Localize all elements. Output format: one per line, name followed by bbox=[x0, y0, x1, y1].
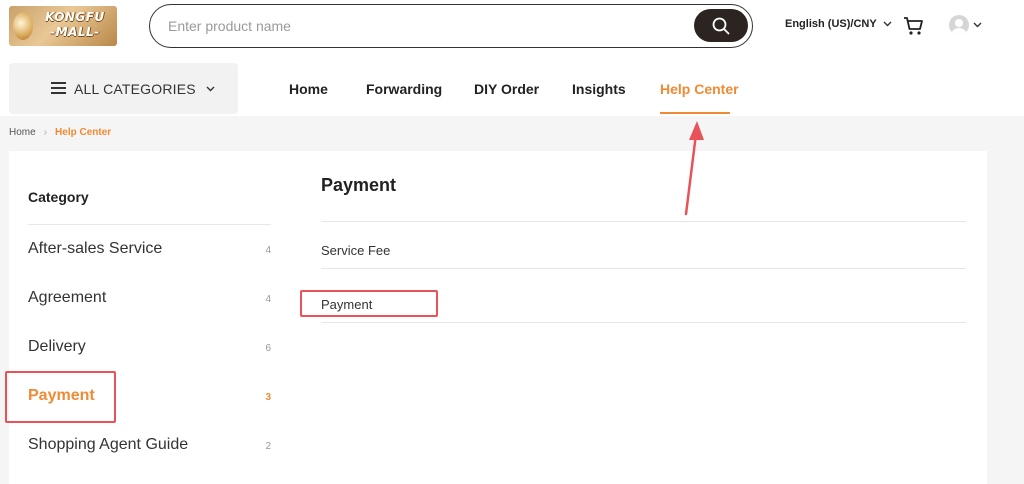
logo-text: KONGFU -MALL- bbox=[35, 10, 115, 40]
search-icon bbox=[712, 17, 730, 34]
nav-diy-order[interactable]: DIY Order bbox=[474, 81, 539, 97]
sidebar-item-agreement[interactable]: Agreement 4 bbox=[28, 284, 271, 314]
sidebar-item-count: 2 bbox=[265, 441, 271, 452]
nav-home[interactable]: Home bbox=[289, 81, 328, 97]
logo-text-line2: -MALL- bbox=[50, 25, 100, 39]
nav-forwarding[interactable]: Forwarding bbox=[366, 81, 442, 97]
help-center-panel: Category After-sales Service 4 Agreement… bbox=[9, 151, 987, 484]
sidebar-item-shopping-agent-guide[interactable]: Shopping Agent Guide 2 bbox=[28, 431, 271, 461]
nav-help-center[interactable]: Help Center bbox=[660, 81, 739, 97]
content-divider bbox=[321, 322, 966, 323]
breadcrumb: Home › Help Center bbox=[9, 127, 111, 138]
sidebar-divider bbox=[28, 224, 271, 225]
sidebar-item-label: Agreement bbox=[28, 289, 107, 306]
sidebar-item-label: After-sales Service bbox=[28, 240, 163, 257]
sidebar-item-delivery[interactable]: Delivery 6 bbox=[28, 333, 271, 363]
language-currency-selector[interactable]: English (US)/CNY bbox=[785, 18, 892, 30]
annotation-arrow-icon bbox=[684, 121, 704, 216]
sidebar-item-count: 4 bbox=[265, 245, 271, 256]
sidebar-item-count: 4 bbox=[265, 294, 271, 305]
all-categories-label: ALL CATEGORIES bbox=[74, 80, 196, 97]
breadcrumb-separator-icon: › bbox=[43, 127, 48, 138]
search-input[interactable] bbox=[168, 15, 668, 37]
content-divider bbox=[321, 221, 966, 222]
logo-emblem-icon bbox=[13, 12, 33, 40]
kongfu-mall-logo[interactable]: KONGFU -MALL- bbox=[9, 6, 117, 46]
breadcrumb-current: Help Center bbox=[55, 127, 112, 138]
article-link-service-fee[interactable]: Service Fee bbox=[321, 243, 390, 258]
content-title: Payment bbox=[321, 175, 397, 195]
sidebar-item-count: 6 bbox=[265, 343, 271, 354]
content-divider bbox=[321, 268, 966, 269]
annotation-highlight-box bbox=[5, 371, 116, 423]
breadcrumb-home[interactable]: Home bbox=[9, 127, 36, 138]
sidebar-title: Category bbox=[28, 189, 89, 205]
language-currency-label: English (US)/CNY bbox=[785, 18, 877, 30]
chevron-down-icon bbox=[206, 86, 215, 91]
nav-insights[interactable]: Insights bbox=[572, 81, 626, 97]
annotation-highlight-box bbox=[300, 290, 438, 317]
active-nav-underline bbox=[660, 112, 730, 114]
menu-icon bbox=[51, 82, 66, 94]
cart-button[interactable] bbox=[903, 15, 925, 37]
sidebar-item-label: Shopping Agent Guide bbox=[28, 436, 189, 453]
sidebar-item-count: 3 bbox=[265, 392, 271, 403]
chevron-down-icon bbox=[973, 22, 982, 28]
top-header: KONGFU -MALL- English (US)/CNY bbox=[0, 0, 1024, 116]
avatar-icon bbox=[949, 15, 969, 35]
cart-icon bbox=[904, 17, 923, 35]
sidebar-item-label: Delivery bbox=[28, 338, 86, 355]
user-menu[interactable] bbox=[949, 15, 982, 35]
chevron-down-icon bbox=[883, 21, 892, 27]
logo-text-line1: KONGFU bbox=[45, 10, 105, 24]
all-categories-button[interactable]: ALL CATEGORIES bbox=[9, 63, 238, 114]
search-button[interactable] bbox=[694, 9, 748, 42]
search-bar bbox=[149, 4, 753, 48]
sidebar-item-after-sales-service[interactable]: After-sales Service 4 bbox=[28, 235, 271, 265]
